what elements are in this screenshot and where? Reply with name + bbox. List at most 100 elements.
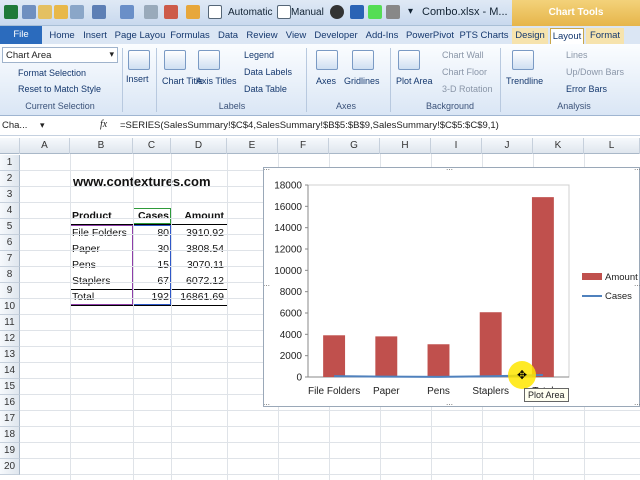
tab-insert[interactable]: Insert <box>80 28 110 44</box>
row-header[interactable]: 8 <box>0 267 20 283</box>
tab-file[interactable]: File <box>0 26 42 44</box>
checkbox-manual[interactable] <box>277 5 291 19</box>
namebox-dropdown-icon[interactable]: ▾ <box>40 120 45 131</box>
tab-powerpivot[interactable]: PowerPivot <box>404 28 456 44</box>
globe-icon[interactable] <box>330 5 344 19</box>
plot-area-icon[interactable] <box>398 50 420 70</box>
tab-review[interactable]: Review <box>244 28 280 44</box>
row-header[interactable]: 20 <box>0 459 20 475</box>
row-header[interactable]: 4 <box>0 203 20 219</box>
row-header[interactable]: 15 <box>0 379 20 395</box>
row-header[interactable]: 12 <box>0 331 20 347</box>
plot-area-button[interactable]: Plot Area <box>396 76 433 86</box>
row-header[interactable]: 2 <box>0 171 20 187</box>
row-header[interactable]: 18 <box>0 427 20 443</box>
grid-icon[interactable] <box>186 5 200 19</box>
error-bars-button[interactable]: Error Bars <box>566 84 607 94</box>
lines-button[interactable]: Lines <box>566 50 588 60</box>
tab-view[interactable]: View <box>282 28 310 44</box>
row-header[interactable]: 14 <box>0 363 20 379</box>
chart-icon[interactable] <box>164 5 178 19</box>
redo-icon[interactable] <box>120 5 134 19</box>
tab-format[interactable]: Format <box>586 28 624 44</box>
trendline-icon[interactable] <box>512 50 534 70</box>
tab-data[interactable]: Data <box>214 28 242 44</box>
row-header[interactable]: 13 <box>0 347 20 363</box>
calc-icon[interactable] <box>144 5 158 19</box>
row-header[interactable]: 5 <box>0 219 20 235</box>
row-header[interactable]: 1 <box>0 155 20 171</box>
axis-titles-button[interactable]: Axis Titles <box>196 76 237 86</box>
tab-page-layout[interactable]: Page Layou <box>114 28 166 44</box>
tab-pts-charts[interactable]: PTS Charts <box>458 28 510 44</box>
tab-developer[interactable]: Developer <box>312 28 360 44</box>
gridlines-button[interactable]: Gridlines <box>344 76 380 86</box>
table-cell-amount[interactable]: 3070.11 <box>171 257 224 273</box>
column-header[interactable]: A <box>20 138 70 154</box>
chart-element-dropdown[interactable]: Chart Area ▾ <box>2 47 118 63</box>
column-header[interactable]: D <box>171 138 227 154</box>
column-header[interactable]: G <box>329 138 380 154</box>
open-icon[interactable] <box>54 5 68 19</box>
format-selection-button[interactable]: Format Selection <box>18 68 86 78</box>
rotation-button[interactable]: 3-D Rotation <box>442 84 493 94</box>
insert-icon[interactable] <box>128 50 150 70</box>
save-icon[interactable] <box>22 5 36 19</box>
reset-style-button[interactable]: Reset to Match Style <box>18 84 101 94</box>
camera-icon[interactable] <box>386 5 400 19</box>
tab-add-ins[interactable]: Add-Ins <box>362 28 402 44</box>
row-header[interactable]: 7 <box>0 251 20 267</box>
column-header[interactable]: E <box>227 138 278 154</box>
column-header[interactable]: L <box>584 138 640 154</box>
trendline-button[interactable]: Trendline <box>506 76 543 86</box>
chart-area[interactable]: 18000 16000 14000 12000 10000 8000 6000 4000 200… <box>263 167 640 409</box>
axis-titles-icon[interactable] <box>198 50 220 70</box>
row-header[interactable]: 3 <box>0 187 20 203</box>
axes-icon[interactable] <box>316 50 338 70</box>
formula-input[interactable]: =SERIES(SalesSummary!$C$4,SalesSummary!$… <box>120 118 499 134</box>
qat-dropdown-icon[interactable]: ▾ <box>408 6 413 17</box>
chart-title-icon[interactable] <box>164 50 186 70</box>
tab-formulas[interactable]: Formulas <box>168 28 212 44</box>
table-cell-amount[interactable]: 3808.54 <box>171 241 224 257</box>
column-header[interactable]: B <box>70 138 133 154</box>
tab-layout[interactable]: Layout <box>550 28 584 44</box>
column-header[interactable]: I <box>431 138 482 154</box>
table-cell-amount[interactable]: 6072.12 <box>171 273 224 289</box>
axes-button[interactable]: Axes <box>316 76 336 86</box>
row-header[interactable]: 6 <box>0 235 20 251</box>
row-header[interactable]: 16 <box>0 395 20 411</box>
table-cell-amount[interactable]: 16861.69 <box>171 289 224 305</box>
legend-button[interactable]: Legend <box>244 50 274 60</box>
row-header[interactable]: 19 <box>0 443 20 459</box>
column-header[interactable]: C <box>133 138 171 154</box>
column-header[interactable]: J <box>482 138 533 154</box>
chart-floor-button[interactable]: Chart Floor <box>442 67 487 77</box>
checkbox-automatic[interactable] <box>208 5 222 19</box>
column-header[interactable]: H <box>380 138 431 154</box>
combo-chart[interactable]: 18000 16000 14000 12000 10000 8000 6000 4000 200… <box>263 167 640 409</box>
print-icon[interactable] <box>70 5 84 19</box>
select-all-corner[interactable] <box>0 138 20 154</box>
column-header[interactable]: K <box>533 138 584 154</box>
row-header[interactable]: 17 <box>0 411 20 427</box>
insert-button[interactable]: Insert <box>126 74 149 84</box>
name-box[interactable]: Cha... <box>0 118 38 134</box>
column-header[interactable]: F <box>278 138 329 154</box>
table-cell-amount[interactable]: 3910.92 <box>171 225 224 241</box>
new-icon[interactable] <box>38 5 52 19</box>
macro-icon[interactable] <box>350 5 364 19</box>
table-icon[interactable] <box>368 5 382 19</box>
gridlines-icon[interactable] <box>352 50 374 70</box>
row-header[interactable]: 11 <box>0 315 20 331</box>
fx-icon[interactable]: fx <box>100 119 107 130</box>
tab-design[interactable]: Design <box>512 28 548 44</box>
data-table-button[interactable]: Data Table <box>244 84 287 94</box>
data-labels-button[interactable]: Data Labels <box>244 67 292 77</box>
row-header[interactable]: 10 <box>0 299 20 315</box>
row-header[interactable]: 9 <box>0 283 20 299</box>
updown-bars-button[interactable]: Up/Down Bars <box>566 67 624 77</box>
tab-home[interactable]: Home <box>46 28 78 44</box>
undo-icon[interactable] <box>92 5 106 19</box>
chart-wall-button[interactable]: Chart Wall <box>442 50 484 60</box>
